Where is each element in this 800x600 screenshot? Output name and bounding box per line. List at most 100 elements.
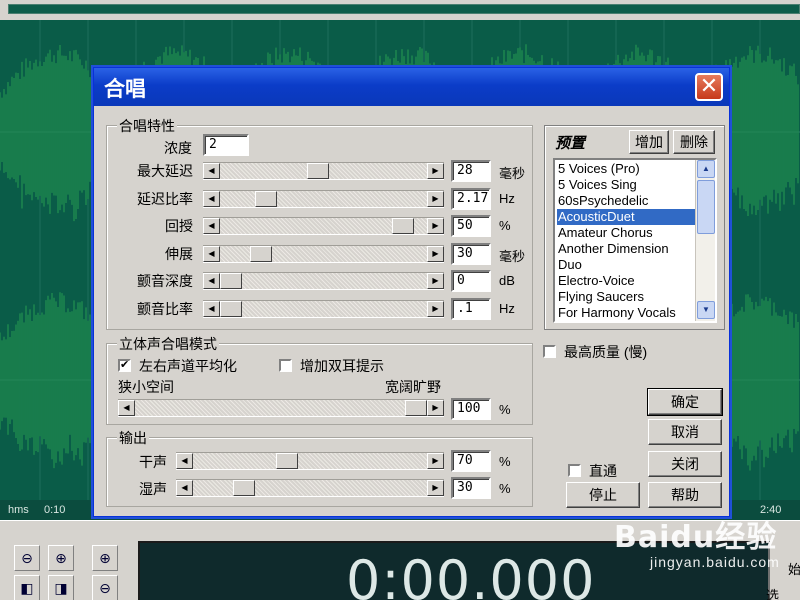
arrow-left-icon[interactable]: ◀ — [203, 163, 220, 179]
chorus-characteristics-group: 合唱特性 浓度 2 最大延迟 ◀ ▶ 28 毫秒 延迟比率 ◀ ▶ 2.17 Hz 回授 ◀ ▶ 50% 伸… — [106, 116, 533, 330]
param-slider[interactable]: ◀ ▶ — [203, 272, 444, 290]
arrow-right-icon[interactable]: ▶ — [427, 273, 444, 289]
preset-list-item[interactable]: For Harmony Vocals — [557, 305, 697, 321]
watermark-logo-text: Baidu经验 — [614, 520, 778, 555]
zoom-selection-icon[interactable]: ⊕ — [48, 545, 74, 571]
preset-list-item[interactable]: Flying Saucers — [557, 289, 697, 305]
slider-thumb[interactable] — [392, 218, 414, 234]
arrow-right-icon[interactable]: ▶ — [427, 453, 444, 469]
param-slider[interactable]: ◀ ▶ — [203, 244, 444, 263]
preset-list-item[interactable]: 5 Voices (Pro) — [557, 161, 697, 177]
arrow-left-icon[interactable]: ◀ — [176, 480, 193, 496]
preset-list-item[interactable]: AcousticDuet — [557, 209, 697, 225]
arrow-left-icon[interactable]: ◀ — [203, 218, 220, 234]
overview-strip[interactable] — [8, 4, 800, 14]
group-title: 输出 — [117, 428, 149, 448]
zoom-out-icon[interactable]: ⊖ — [14, 545, 40, 571]
param-slider[interactable]: ◀ ▶ — [203, 299, 444, 318]
delete-preset-button[interactable]: 删除 — [673, 130, 715, 154]
help-button[interactable]: 帮助 — [648, 482, 722, 508]
dry-field[interactable]: 70 — [451, 450, 491, 472]
slider-thumb[interactable] — [220, 300, 242, 317]
ok-button[interactable]: 确定 — [647, 388, 723, 416]
slider-thumb[interactable] — [233, 480, 255, 496]
arrow-right-icon[interactable]: ▶ — [427, 190, 444, 207]
arrow-left-icon[interactable]: ◀ — [118, 400, 135, 416]
highest-quality-checkbox[interactable] — [543, 345, 556, 358]
slider-thumb[interactable] — [250, 245, 272, 262]
ruler-unit-label: hms — [8, 504, 29, 516]
dialog-titlebar[interactable]: 合唱 ✕ — [94, 68, 729, 106]
close-icon[interactable]: ✕ — [695, 73, 723, 101]
add-preset-button[interactable]: 增加 — [629, 130, 669, 154]
highest-quality-label: 最高质量 (慢) — [564, 344, 648, 360]
zoom-out-vertical-icon[interactable]: ⊖ — [92, 575, 118, 600]
wet-field[interactable]: 30 — [451, 477, 491, 499]
slider-thumb[interactable] — [276, 453, 298, 469]
density-field[interactable]: 2 — [203, 134, 249, 156]
arrow-right-icon[interactable]: ▶ — [427, 163, 444, 179]
preset-list-item[interactable]: Another Dimension — [557, 241, 697, 257]
param-field[interactable]: 2.17 — [451, 187, 491, 210]
preset-panel: 预置 增加 删除 5 Voices (Pro) 5 Voices Sing 60sP… — [544, 125, 725, 330]
arrow-right-icon[interactable]: ▶ — [427, 218, 444, 234]
scroll-down-icon[interactable]: ▼ — [697, 301, 715, 319]
scroll-up-icon[interactable]: ▲ — [697, 160, 715, 178]
time-display: 0:00.000 — [346, 549, 596, 600]
stop-button[interactable]: 停止 — [566, 482, 640, 508]
arrow-right-icon[interactable]: ▶ — [427, 400, 444, 416]
side-label-start: 始 — [788, 562, 800, 577]
preset-list[interactable]: 5 Voices (Pro) 5 Voices Sing 60sPsychedeli… — [553, 158, 717, 323]
preset-list-item[interactable]: Electro-Voice — [557, 273, 697, 289]
zoom-left-icon[interactable]: ◧ — [14, 575, 40, 600]
stereo-chorus-group: 立体声合唱模式 ✔ 左右声道平均化 增加双耳提示 狭小空间 宽阔旷野 ◀ ▶ 1… — [106, 334, 533, 425]
preset-scrollbar[interactable]: ▲ ▼ — [695, 160, 715, 321]
unit-label: 毫秒 — [499, 166, 526, 181]
zoom-right-icon[interactable]: ◨ — [48, 575, 74, 600]
preset-list-item[interactable]: Amateur Chorus — [557, 225, 697, 241]
slider-thumb[interactable] — [307, 163, 329, 179]
param-label: 颤音深度 — [137, 273, 193, 289]
arrow-left-icon[interactable]: ◀ — [203, 245, 220, 262]
param-field[interactable]: .1 — [451, 297, 491, 320]
arrow-right-icon[interactable]: ▶ — [427, 480, 444, 496]
dry-slider[interactable]: ◀ ▶ — [176, 452, 444, 470]
wet-slider[interactable]: ◀ ▶ — [176, 479, 444, 497]
param-field[interactable]: 50 — [451, 215, 491, 237]
dry-label: 干声 — [139, 454, 167, 470]
param-field[interactable]: 28 — [451, 160, 491, 182]
stereo-width-slider[interactable]: ◀ ▶ — [118, 399, 444, 417]
param-slider[interactable]: ◀ ▶ — [203, 162, 444, 180]
close-button[interactable]: 关闭 — [648, 451, 722, 477]
param-slider[interactable]: ◀ ▶ — [203, 217, 444, 235]
average-channels-label: 左右声道平均化 — [139, 358, 237, 374]
param-label: 伸展 — [165, 245, 193, 262]
binaural-cues-label: 增加双耳提示 — [300, 358, 384, 374]
slider-thumb[interactable] — [405, 400, 427, 416]
arrow-left-icon[interactable]: ◀ — [176, 453, 193, 469]
param-field[interactable]: 0 — [451, 270, 491, 292]
unit-label: dB — [499, 273, 515, 288]
baidu-watermark: Baidu经验 jingyan.baidu.com — [614, 512, 780, 570]
bypass-checkbox[interactable] — [568, 464, 581, 477]
arrow-left-icon[interactable]: ◀ — [203, 300, 220, 317]
preset-list-item[interactable]: Duo — [557, 257, 697, 273]
arrow-left-icon[interactable]: ◀ — [203, 273, 220, 289]
slider-thumb[interactable] — [255, 190, 277, 207]
arrow-right-icon[interactable]: ▶ — [427, 245, 444, 262]
preset-list-item[interactable]: 60sPsychedelic — [557, 193, 697, 209]
arrow-left-icon[interactable]: ◀ — [203, 190, 220, 207]
param-field[interactable]: 30 — [451, 242, 491, 265]
scroll-thumb[interactable] — [697, 180, 715, 234]
cancel-button[interactable]: 取消 — [648, 419, 722, 445]
binaural-cues-checkbox[interactable] — [279, 359, 292, 372]
preset-list-item[interactable]: 5 Voices Sing — [557, 177, 697, 193]
wide-field-label: 宽阔旷野 — [385, 379, 441, 395]
preset-list-item[interactable]: More Soprano — [557, 321, 697, 323]
average-channels-checkbox[interactable]: ✔ — [118, 359, 131, 372]
zoom-in-vertical-icon[interactable]: ⊕ — [92, 545, 118, 571]
stereo-width-field[interactable]: 100 — [451, 398, 491, 420]
arrow-right-icon[interactable]: ▶ — [427, 300, 444, 317]
slider-thumb[interactable] — [220, 273, 242, 289]
param-slider[interactable]: ◀ ▶ — [203, 189, 444, 208]
